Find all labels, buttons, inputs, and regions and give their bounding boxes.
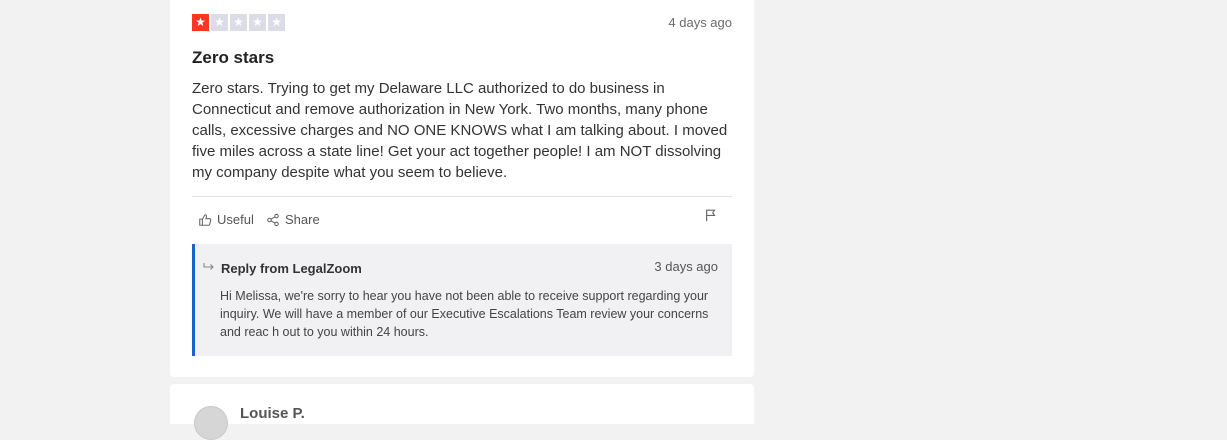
star-rating: ★ ★ ★ ★ ★ (192, 14, 285, 31)
star-icon-empty: ★ (249, 14, 266, 31)
reply-arrow-icon (203, 259, 215, 277)
reply-date: 3 days ago (654, 259, 718, 274)
review-card: ★ ★ ★ ★ ★ 4 days ago Zero stars Zero sta… (170, 0, 754, 377)
reply-header: Reply from LegalZoom (203, 259, 362, 277)
reviewer-name[interactable]: Louise P. (240, 405, 305, 422)
divider (192, 196, 732, 197)
next-review-card: Louise P. (170, 384, 754, 440)
avatar (194, 406, 228, 440)
share-button[interactable]: Share (266, 212, 320, 227)
reply-author: Reply from LegalZoom (221, 260, 362, 276)
star-icon-empty: ★ (268, 14, 285, 31)
review-title[interactable]: Zero stars (192, 48, 274, 68)
useful-label: Useful (217, 212, 254, 227)
company-reply: Reply from LegalZoom 3 days ago Hi Melis… (192, 244, 732, 356)
star-icon-filled: ★ (192, 14, 209, 31)
review-body: Zero stars. Trying to get my Delaware LL… (192, 80, 728, 181)
useful-button[interactable]: Useful (198, 212, 254, 227)
reply-body: Hi Melissa, we're sorry to hear you have… (220, 289, 709, 339)
star-icon-empty: ★ (230, 14, 247, 31)
report-flag-button[interactable] (704, 208, 718, 227)
thumbs-up-icon (198, 213, 212, 227)
share-label: Share (285, 212, 320, 227)
flag-icon (704, 209, 718, 226)
share-icon (266, 213, 280, 227)
star-icon-empty: ★ (211, 14, 228, 31)
review-date: 4 days ago (668, 15, 732, 30)
